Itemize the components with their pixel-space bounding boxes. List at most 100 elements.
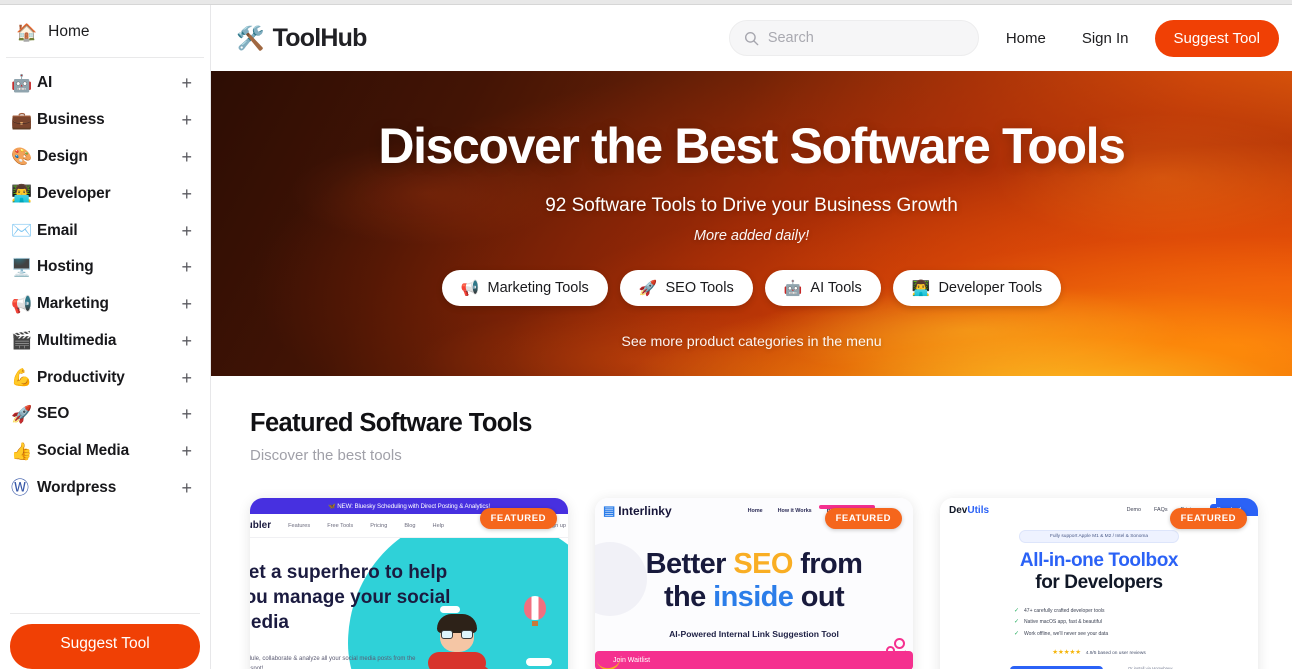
expand-plus-icon[interactable]: + — [181, 369, 196, 387]
sidebar-item-productivity[interactable]: 💪 Productivity + — [0, 359, 210, 396]
expand-plus-icon[interactable]: + — [181, 185, 196, 203]
sidebar-item-wordpress[interactable]: Ⓦ Wordpress + — [0, 470, 210, 507]
devutils-headline: All-in-one Toolbox for Developers — [940, 550, 1258, 595]
feature-label: Work offline, we'll never see your data — [1024, 630, 1109, 637]
logo[interactable]: 🛠️ ToolHub — [236, 24, 367, 53]
headline-part: Better — [645, 548, 734, 580]
sidebar-item-hosting[interactable]: 🖥️ Hosting + — [0, 249, 210, 286]
pill-marketing-tools[interactable]: 📢 Marketing Tools — [441, 270, 608, 306]
expand-plus-icon[interactable]: + — [181, 479, 196, 497]
logo-text: ToolHub — [272, 23, 368, 52]
expand-plus-icon[interactable]: + — [181, 405, 196, 423]
sidebar-item-label: Email — [37, 221, 78, 239]
sidebar-item-label: Wordpress — [37, 478, 117, 496]
tool-card[interactable]: FEATURED ▤ Interlinky Home How it Works … — [595, 498, 913, 669]
interlinky-nav-item: Home — [747, 508, 763, 514]
sidebar-item-multimedia[interactable]: 🎬 Multimedia + — [0, 322, 210, 359]
status-badge: FEATURED — [824, 508, 902, 529]
feature-label: 47+ carefully crafted developer tools — [1024, 607, 1105, 614]
expand-plus-icon[interactable]: + — [181, 111, 196, 129]
top-header: 🛠️ ToolHub Home Sign In Suggest Tool — [211, 5, 1292, 71]
sidebar-item-marketing[interactable]: 📢 Marketing + — [0, 286, 210, 323]
expand-plus-icon[interactable]: + — [181, 442, 196, 460]
featured-subheading: Discover the best tools — [250, 447, 402, 464]
publer-paragraph: Schedule, collaborate & analyze all your… — [250, 656, 416, 669]
featured-section: Featured Software Tools Discover the bes… — [211, 376, 1292, 669]
sidebar-item-ai[interactable]: 🤖 AI + — [0, 65, 210, 102]
publer-nav-item: Features — [288, 522, 311, 529]
headline-seo-word: SEO — [733, 548, 793, 580]
megaphone-icon: 📢 — [11, 294, 33, 314]
clapperboard-icon: 🎬 — [11, 331, 33, 351]
sidebar-item-label: Marketing — [37, 295, 109, 313]
devutils-support-chip: Fully support Apple M1 & M2 / Intel & So… — [1019, 530, 1179, 543]
check-icon: ✓ — [1014, 619, 1020, 626]
devutils-nav-item: FAQs — [1154, 507, 1168, 513]
hero-category-pills: 📢 Marketing Tools 🚀 SEO Tools 🤖 AI Tools… — [211, 270, 1292, 306]
sidebar-item-label: Design — [37, 147, 88, 165]
sidebar-item-label: Developer — [37, 184, 111, 202]
feature-label: Native macOS app, fast & beautiful — [1024, 619, 1102, 626]
tool-card[interactable]: FEATURED DevUtils Demo FAQs Pricing Down… — [940, 498, 1258, 669]
devutils-brand: DevUtils — [949, 505, 989, 516]
expand-plus-icon[interactable]: + — [181, 148, 196, 166]
sidebar-item-seo[interactable]: 🚀 SEO + — [0, 396, 210, 433]
rocket-icon: 🚀 — [638, 279, 658, 297]
rocket-icon: 🚀 — [11, 404, 33, 424]
sidebar-suggest-tool-button[interactable]: Suggest Tool — [10, 624, 200, 669]
sidebar-footer: Suggest Tool — [0, 613, 210, 669]
megaphone-icon: 📢 — [460, 279, 480, 297]
expand-plus-icon[interactable]: + — [181, 258, 196, 276]
publer-headline: Get a superhero to help you manage your … — [250, 562, 451, 634]
devutils-nav-item: Demo — [1126, 507, 1142, 513]
sidebar-item-design[interactable]: 🎨 Design + — [0, 139, 210, 176]
sidebar-item-label: Productivity — [37, 368, 125, 386]
devutils-feature-list: ✓ 47+ carefully crafted developer tools ✓… — [1014, 606, 1184, 640]
wordpress-icon: Ⓦ — [11, 477, 29, 498]
publer-hero: Get a superhero to help you manage your … — [250, 538, 568, 669]
pill-label: SEO Tools — [665, 280, 734, 296]
feature-row: ✓ 47+ carefully crafted developer tools — [1014, 606, 1184, 617]
sidebar-item-label: AI — [37, 74, 53, 92]
hero-content: Discover the Best Software Tools 92 Soft… — [211, 71, 1292, 350]
pill-seo-tools[interactable]: 🚀 SEO Tools — [619, 270, 753, 306]
sidebar-item-developer[interactable]: 👨‍💻 Developer + — [0, 175, 210, 212]
sidebar-item-email[interactable]: ✉️ Email + — [0, 212, 210, 249]
search-box[interactable] — [728, 20, 979, 56]
headline-part: from — [792, 548, 863, 580]
check-icon: ✓ — [1014, 607, 1020, 614]
publer-brand: Publer — [250, 520, 272, 531]
sidebar-item-business[interactable]: 💼 Business + — [0, 102, 210, 139]
pill-ai-tools[interactable]: 🤖 AI Tools — [764, 270, 881, 306]
decorative-squiggle-right — [879, 638, 907, 669]
devutils-brand-dark: Dev — [949, 504, 968, 516]
search-input[interactable] — [767, 30, 964, 46]
sidebar-item-home[interactable]: 🏠 Home — [0, 5, 210, 57]
publer-nav-item: Pricing — [370, 522, 388, 529]
publer-nav-item: Help — [432, 522, 445, 529]
check-icon: ✓ — [1014, 630, 1020, 637]
expand-plus-icon[interactable]: + — [181, 332, 196, 350]
devutils-brand-accent: Utils — [967, 504, 990, 516]
sidebar-category-list: 🤖 AI + 💼 Business + 🎨 Design + 👨‍💻 Devel… — [0, 58, 210, 506]
nav-link-sign-in[interactable]: Sign In — [1082, 30, 1129, 47]
devutils-rating: ★★★★★ 4.9/5 based on user reviews — [940, 648, 1258, 656]
hero-title: Discover the Best Software Tools — [378, 118, 1126, 174]
briefcase-icon: 💼 — [11, 110, 33, 130]
robot-icon: 🤖 — [783, 279, 803, 297]
tool-card[interactable]: FEATURED 🦋 NEW: Bluesky Scheduling with … — [250, 498, 568, 669]
nav-link-home[interactable]: Home — [1006, 30, 1046, 47]
expand-plus-icon[interactable]: + — [181, 295, 196, 313]
sidebar-item-social-media[interactable]: 👍 Social Media + — [0, 433, 210, 470]
expand-plus-icon[interactable]: + — [181, 222, 196, 240]
hammer-and-wrench-icon: 🛠️ — [236, 24, 265, 51]
interlinky-brand-text: Interlinky — [618, 504, 672, 518]
expand-plus-icon[interactable]: + — [181, 74, 196, 92]
publer-nav-item: Blog — [404, 522, 416, 529]
headline-line-1: All-in-one Toolbox — [1019, 550, 1179, 571]
headline-inside-word: inside — [713, 581, 794, 614]
sidebar: 🏠 Home 🤖 AI + 💼 Business + 🎨 Design + 👨 — [0, 5, 211, 669]
house-icon: 🏠 — [16, 22, 38, 42]
header-suggest-tool-button[interactable]: Suggest Tool — [1154, 19, 1279, 57]
pill-developer-tools[interactable]: 👨‍💻 Developer Tools — [892, 270, 1062, 306]
